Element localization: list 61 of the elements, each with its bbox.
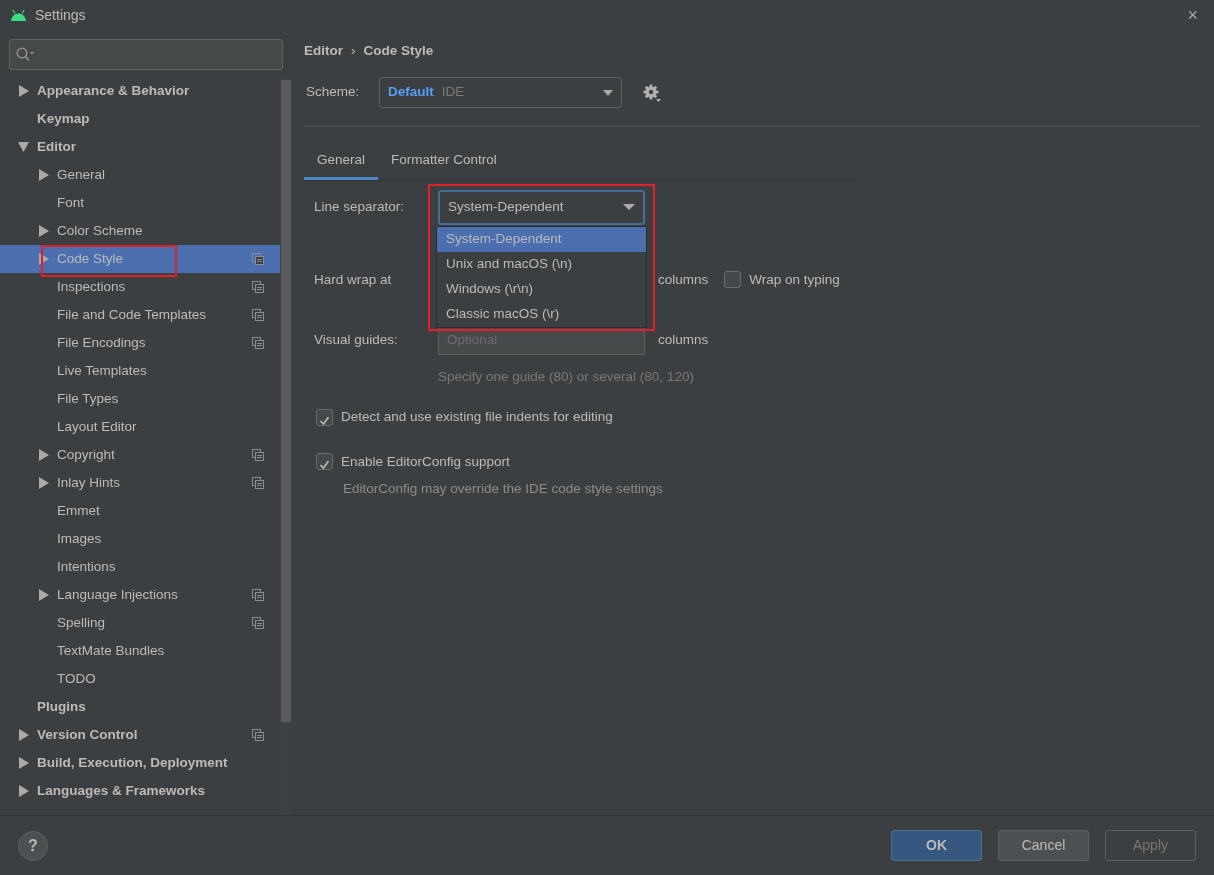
search-icon [16, 47, 35, 62]
tree-item[interactable]: Editor [0, 133, 280, 161]
tree-item[interactable]: File Types [0, 385, 280, 413]
dropdown-option[interactable]: Windows (\r\n) [437, 276, 646, 302]
search-field[interactable] [9, 39, 283, 70]
settings-icon[interactable] [642, 82, 662, 103]
tree-item[interactable]: Images [0, 525, 280, 553]
tree-item[interactable]: TextMate Bundles [0, 637, 280, 665]
checkbox-label: Detect and use existing file indents for editing [341, 408, 613, 427]
tree-item[interactable]: Version Control [0, 721, 280, 749]
tree-item[interactable]: General [0, 161, 280, 189]
tree-item[interactable]: Live Templates [0, 357, 280, 385]
tab[interactable]: General [304, 145, 379, 181]
hint-text: Specify one guide (80) or several (80, 120) [438, 369, 694, 385]
close-button[interactable]: × [1181, 1, 1204, 29]
scheme-label: Scheme: [306, 83, 361, 102]
tree-item[interactable]: Appearance & Behavior [0, 77, 280, 105]
window-title: Settings [35, 5, 86, 25]
checkbox-label: Enable EditorConfig support [341, 452, 510, 471]
ok-button[interactable]: OK [891, 830, 982, 861]
dialog-button[interactable]: Cancel [998, 830, 1089, 861]
scheme-dropdown[interactable]: Default IDE [379, 77, 622, 108]
checkbox-label: Wrap on typing [749, 270, 840, 289]
dropdown-option[interactable]: Unix and macOS (\n) [437, 251, 646, 277]
checkbox[interactable] [724, 271, 742, 289]
help-text: EditorConfig may override the IDE code style settings [343, 479, 664, 498]
tree-item[interactable]: Inspections [0, 273, 280, 301]
tree-item[interactable]: Keymap [0, 105, 280, 133]
unit-label: columns [658, 330, 710, 349]
tree-item[interactable]: File Encodings [0, 329, 280, 357]
tree-item[interactable]: Spelling [0, 609, 280, 637]
tree-item[interactable]: Languages & Frameworks [0, 777, 280, 805]
dropdown-arrow-icon [603, 89, 613, 96]
tree-item[interactable]: Plugins [0, 693, 280, 721]
tree-item[interactable]: Intentions [0, 553, 280, 581]
help-button[interactable]: ? [18, 830, 48, 861]
tree-item[interactable]: TODO [0, 665, 280, 693]
tab[interactable]: Formatter Control [378, 145, 510, 181]
android-icon [10, 9, 27, 21]
tree-item[interactable]: Emmet [0, 497, 280, 525]
checkbox[interactable] [316, 453, 333, 471]
line-separator-dropdown[interactable]: System-Dependent [438, 189, 645, 225]
dropdown-option[interactable]: Classic macOS (\r) [437, 301, 646, 327]
tree-item[interactable]: File and Code Templates [0, 301, 280, 329]
field-label: Hard wrap at [314, 270, 393, 289]
scrollbar-thumb[interactable] [281, 80, 291, 722]
tree-item[interactable]: Font [0, 189, 280, 217]
tree-item[interactable]: Layout Editor [0, 413, 280, 441]
tree-item[interactable]: Language Injections [0, 581, 280, 609]
breadcrumb-link[interactable]: Code Style [363, 40, 434, 62]
checkbox[interactable] [316, 408, 333, 426]
unit-label: columns [658, 270, 709, 289]
tree-item[interactable]: Inlay Hints [0, 469, 280, 497]
field-label: Visual guides: [314, 330, 399, 349]
breadcrumb-link[interactable]: Editor [304, 40, 343, 62]
field-label: Line separator: [314, 198, 406, 217]
tree-item[interactable]: Build, Execution, Deployment [0, 749, 280, 777]
breadcrumb-separator: › [351, 41, 356, 60]
tree-item[interactable]: Copyright [0, 441, 280, 469]
tree-item[interactable]: Color Scheme [0, 217, 280, 245]
dropdown-arrow-icon [623, 204, 635, 211]
